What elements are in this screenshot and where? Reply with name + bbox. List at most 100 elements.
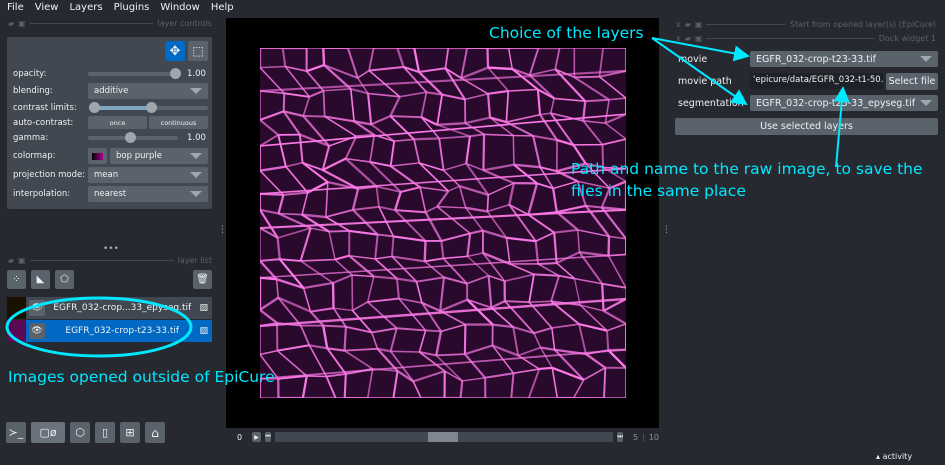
annotation-outside: Images opened outside of EpiCure bbox=[8, 368, 275, 386]
once-button[interactable]: once bbox=[88, 116, 147, 129]
gamma-slider[interactable] bbox=[88, 132, 178, 143]
splitter-handle[interactable]: ••• bbox=[103, 244, 119, 254]
select-transform-icon: ⬚ bbox=[192, 44, 204, 58]
float-icon[interactable]: ▰ bbox=[8, 256, 14, 265]
viewer-buttons: ≻_ ▢ø ⬡ ▯ ⊞ ⌂ bbox=[6, 422, 165, 443]
menu-help[interactable]: Help bbox=[211, 2, 234, 13]
float-icon[interactable]: ▰ bbox=[685, 34, 691, 43]
eye-visibility-icon[interactable]: 👁 bbox=[29, 323, 45, 339]
menu-file[interactable]: File bbox=[7, 2, 24, 13]
play-icon: ▶ bbox=[254, 433, 259, 441]
frame-start: 0 bbox=[237, 432, 243, 442]
frame-slider-handle[interactable] bbox=[428, 432, 459, 442]
contrast-label: contrast limits: bbox=[13, 103, 77, 113]
movie-path-input[interactable]: 'epicure/data/EGFR_032-t1-50.tif bbox=[750, 73, 883, 89]
menu-window[interactable]: Window bbox=[160, 2, 199, 13]
float-icon[interactable]: ▰ bbox=[8, 19, 14, 28]
activity-button[interactable]: ▴ activity bbox=[876, 452, 912, 461]
use-selected-layers-button[interactable]: Use selected layers bbox=[675, 118, 938, 135]
close-icon[interactable]: ▣ bbox=[18, 19, 26, 28]
new-labels-button[interactable]: ⬠ bbox=[55, 270, 74, 289]
home-button[interactable]: ⌂ bbox=[145, 422, 165, 443]
movie-path-label: movie path bbox=[678, 76, 732, 87]
layer-list-header: ▰ ▣ layer list bbox=[8, 256, 212, 265]
cube-rotate-icon: ⬡ bbox=[75, 426, 85, 439]
layer-row[interactable]: 👁 EGFR_032-crop...33_epyseg.tif ▨ bbox=[26, 297, 212, 319]
opacity-value: 1.00 bbox=[187, 69, 206, 79]
ndisplay-button[interactable]: ▢ø bbox=[31, 422, 65, 443]
projection-label: projection mode: bbox=[13, 170, 86, 180]
interpolation-select[interactable]: nearest bbox=[88, 186, 208, 202]
close-icon[interactable]: ▣ bbox=[18, 256, 26, 265]
grid-button[interactable]: ⊞ bbox=[120, 422, 140, 443]
roll-button[interactable]: ⬡ bbox=[70, 422, 90, 443]
colormap-label: colormap: bbox=[13, 151, 56, 161]
chevron-down-icon bbox=[190, 153, 202, 159]
eye-visibility-icon[interactable]: 👁 bbox=[29, 300, 45, 316]
console-button[interactable]: ≻_ bbox=[6, 422, 26, 443]
blending-select[interactable]: additive bbox=[88, 83, 208, 99]
transpose-icon: ▯ bbox=[101, 426, 109, 439]
home-icon: ⌂ bbox=[151, 425, 159, 440]
chevron-down-icon bbox=[190, 191, 202, 197]
right-splitter[interactable]: ⋮ bbox=[662, 225, 671, 235]
dock-widget-header: x ▰ ▣ Dock widget 1 bbox=[676, 34, 936, 43]
layer-name: EGFR_032-crop-t23-33.tif bbox=[65, 326, 180, 336]
layer-thumbnail bbox=[7, 320, 26, 342]
trash-icon: 🗑 bbox=[196, 274, 209, 285]
gamma-label: gamma: bbox=[13, 133, 49, 143]
menu-layers[interactable]: Layers bbox=[69, 2, 102, 13]
step-forward-button[interactable]: ⏭ bbox=[617, 432, 624, 442]
contrast-slider[interactable] bbox=[89, 102, 208, 113]
restore-icon[interactable]: ▣ bbox=[695, 20, 703, 29]
layer-row-selected[interactable]: 👁 EGFR_032-crop-t23-33.tif ▨ bbox=[26, 320, 212, 342]
colormap-swatch[interactable] bbox=[88, 148, 107, 164]
continuous-button[interactable]: continuous bbox=[149, 116, 208, 129]
new-points-button[interactable]: ⁘ bbox=[7, 270, 26, 289]
colormap-select[interactable]: bop purple bbox=[110, 148, 208, 164]
segmentation-select[interactable]: EGFR_032-crop-t23-33_epyseg.tif bbox=[750, 95, 938, 111]
layer-thumbnail bbox=[7, 297, 26, 319]
frame-slider[interactable] bbox=[275, 432, 614, 442]
terminal-icon: ≻_ bbox=[8, 426, 24, 439]
play-button[interactable]: ▶ bbox=[252, 432, 262, 442]
auto-contrast-label: auto-contrast: bbox=[13, 118, 74, 128]
points-icon: ⁘ bbox=[12, 274, 21, 285]
chevron-down-icon bbox=[190, 88, 202, 94]
float-icon[interactable]: ▰ bbox=[685, 20, 691, 29]
chevron-down-icon bbox=[920, 56, 932, 62]
cell-image bbox=[260, 48, 626, 398]
pan-zoom-button[interactable]: ✥ bbox=[165, 41, 185, 61]
chevron-down-icon bbox=[190, 172, 202, 178]
layer-controls-panel: ✥ ⬚ opacity: 1.00 blending: additive con… bbox=[7, 37, 212, 209]
2d-3d-icon: ▢ø bbox=[39, 426, 57, 439]
transpose-button[interactable]: ▯ bbox=[95, 422, 115, 443]
restore-icon[interactable]: ▣ bbox=[695, 34, 703, 43]
annotation-choice: Choice of the layers bbox=[489, 24, 644, 42]
annotation-path-2: files in the same place bbox=[571, 182, 746, 200]
close-icon[interactable]: x bbox=[676, 34, 681, 43]
opacity-label: opacity: bbox=[13, 69, 47, 79]
interpolation-label: interpolation: bbox=[13, 189, 71, 199]
movie-label: movie bbox=[678, 54, 708, 65]
transform-button[interactable]: ⬚ bbox=[188, 41, 208, 61]
layer-controls-header: ▰ ▣ layer controls bbox=[8, 19, 212, 28]
step-back-button[interactable]: ⏮ bbox=[265, 432, 272, 442]
movie-select[interactable]: EGFR_032-crop-t23-33.tif bbox=[750, 51, 938, 67]
close-icon[interactable]: x bbox=[676, 20, 681, 29]
frame-current: 5 bbox=[633, 432, 639, 442]
select-file-button[interactable]: Select file bbox=[886, 73, 938, 90]
projection-select[interactable]: mean bbox=[88, 167, 208, 183]
new-shapes-button[interactable]: ◣ bbox=[31, 270, 50, 289]
opacity-slider[interactable] bbox=[88, 68, 181, 79]
grid-icon: ⊞ bbox=[125, 426, 135, 439]
delete-layer-button[interactable]: 🗑 bbox=[193, 270, 212, 289]
menu-view[interactable]: View bbox=[35, 2, 59, 13]
blending-label: blending: bbox=[13, 86, 53, 96]
menu-plugins[interactable]: Plugins bbox=[114, 2, 150, 13]
epicure-dock-header: x ▰ ▣ Start from opened layer(s) (EpiCure) bbox=[676, 20, 936, 29]
image-layer-icon: ▨ bbox=[199, 303, 208, 313]
step-back-icon: ⏮ bbox=[265, 433, 271, 440]
frame-total: 10 bbox=[648, 432, 660, 442]
canvas[interactable] bbox=[226, 18, 659, 428]
